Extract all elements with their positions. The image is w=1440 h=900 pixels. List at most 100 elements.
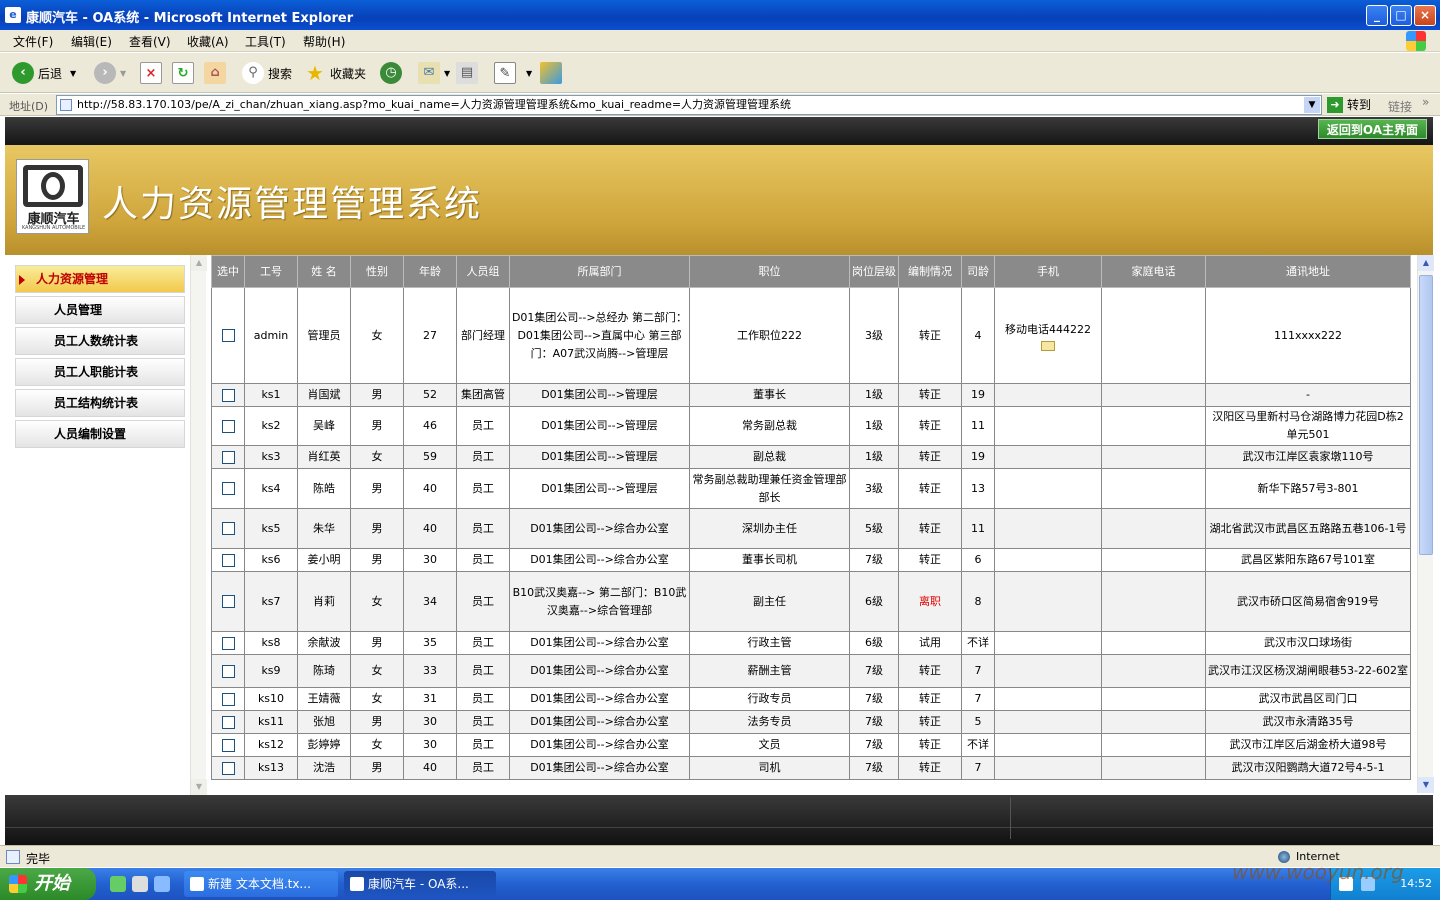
cell-select [211,631,245,655]
cell-id: ks13 [244,756,298,780]
row-checkbox[interactable] [221,388,235,402]
return-to-oa-button[interactable]: 返回到OA主界面 [1317,119,1427,139]
scroll-thumb[interactable] [1419,275,1433,555]
sidebar-item-hr-management[interactable]: 人力资源管理 [15,265,185,293]
row-checkbox[interactable] [221,738,235,752]
row-checkbox[interactable] [221,692,235,706]
refresh-button[interactable]: ↻ [172,61,198,85]
back-button[interactable]: ‹ 后退 ▼ [12,61,76,85]
menu-favorites[interactable]: 收藏(A) [187,33,229,50]
row-checkbox[interactable] [221,482,235,495]
cell-group-text: 员工 [472,636,494,649]
cell-group: 员工 [456,468,510,509]
cell-select [211,383,245,407]
cell-age: 40 [403,508,457,549]
scroll-up-icon[interactable]: ▲ [191,255,207,271]
menu-view[interactable]: 查看(V) [129,33,171,50]
menu-tools[interactable]: 工具(T) [245,33,286,50]
address-input[interactable]: http://58.83.170.103/pe/A_zi_chan/zhuan_… [56,95,1322,115]
scroll-down-icon[interactable]: ▼ [1418,777,1434,793]
cell-dept-text: D01集团公司-->综合办公室 [530,692,669,705]
media-icon[interactable] [132,876,148,892]
sidebar-item-personnel[interactable]: 人员管理 [15,296,185,324]
history-icon: ◷ [380,62,402,84]
task-notepad[interactable]: 新建 文本文档.tx... [184,871,338,897]
cell-group-text: 员工 [472,481,494,495]
cell-id-text: ks13 [257,761,285,774]
table-scrollbar[interactable]: ▲ ▼ [1417,255,1434,793]
menu-help[interactable]: 帮助(H) [303,33,345,50]
ie-quicklaunch-icon[interactable] [154,876,170,892]
chevron-down-icon[interactable]: ▼ [1304,97,1320,113]
row-checkbox[interactable] [221,761,235,775]
row-checkbox[interactable] [221,715,235,729]
start-button[interactable]: 开始 [0,868,96,900]
history-button[interactable]: ◷ [380,61,406,85]
chevron-right-icon[interactable]: » [1422,95,1429,109]
cell-level-text: 7级 [865,664,883,677]
sidebar-item-function-stats[interactable]: 员工人职能计表 [15,358,185,386]
sms-icon[interactable] [1041,340,1055,351]
cell-mobile [994,508,1102,549]
scroll-down-icon[interactable]: ▼ [191,779,207,795]
cell-group-text: 集团高管 [461,388,505,401]
col-header-home-phone: 家庭电话 [1101,255,1206,288]
task-ie-oa[interactable]: 康顺汽车 - OA系... [344,871,496,897]
cell-address: 武汉市江岸区后湖金桥大道98号 [1205,733,1411,757]
row-checkbox[interactable] [221,664,235,678]
close-button[interactable]: × [1414,5,1436,26]
sidebar-item-staffing-settings[interactable]: 人员编制设置 [15,420,185,448]
cell-name: 余献波 [297,631,351,655]
cell-dept-text: D01集团公司-->管理层 [541,388,658,401]
row-checkbox[interactable] [221,595,235,608]
messenger-button[interactable] [540,61,566,85]
sidebar-item-headcount-stats[interactable]: 员工人数统计表 [15,327,185,355]
sidebar-item-structure-stats[interactable]: 员工结构统计表 [15,389,185,417]
sidebar-scrollbar[interactable]: ▲ ▼ [190,255,207,795]
cell-dept: D01集团公司-->综合办公室 [509,631,690,655]
row-checkbox[interactable] [221,329,235,342]
desktop-icon[interactable] [110,876,126,892]
go-button[interactable]: ➜ 转到 [1327,96,1371,113]
cell-name: 陈琦 [297,654,351,688]
cell-tenure: 19 [961,383,995,407]
row-checkbox[interactable] [221,522,235,535]
cell-position: 副总裁 [689,445,850,469]
row-checkbox[interactable] [221,450,235,464]
cell-dept-text: D01集团公司-->综合办公室 [530,715,669,728]
cell-position: 行政专员 [689,687,850,711]
mail-button[interactable]: ✉ ▼ [418,61,450,85]
cell-address-text: 湖北省武汉市武昌区五路路五巷106-1号 [1209,521,1407,535]
menu-bar: 文件(F) 编辑(E) 查看(V) 收藏(A) 工具(T) 帮助(H) [0,30,1440,52]
cell-select [211,710,245,734]
cell-address: 武汉市汉阳鹦鹉大道72号4-5-1 [1205,756,1411,780]
address-bar: 地址(D) http://58.83.170.103/pe/A_zi_chan/… [0,94,1440,116]
row-checkbox[interactable] [221,553,235,567]
cell-gender-text: 男 [371,553,383,566]
system-title: 人力资源管理管理系统 [102,184,483,225]
scroll-up-icon[interactable]: ▲ [1418,255,1434,271]
cell-level-text: 5级 [865,521,883,535]
maximize-button[interactable]: □ [1390,5,1412,26]
print-button[interactable]: ▤ [456,61,482,85]
cell-mobile [994,733,1102,757]
menu-edit[interactable]: 编辑(E) [71,33,112,50]
cell-tenure-text: 8 [974,594,982,608]
minimize-button[interactable]: _ [1366,5,1388,26]
cell-age: 30 [403,548,457,572]
stop-button[interactable]: × [140,61,166,85]
address-label: 地址(D) [9,100,49,113]
edit-button[interactable]: ✎ ▼ [494,61,532,85]
cell-name: 肖莉 [297,571,351,632]
search-button[interactable]: ⚲ 搜索 [242,61,292,85]
forward-button[interactable]: › ▼ [94,61,126,85]
row-checkbox[interactable] [221,636,235,650]
edit-icon: ✎ [494,62,516,84]
links-button[interactable]: 链接 [1388,98,1412,115]
menu-file[interactable]: 文件(F) [13,33,53,50]
cell-id-text: ks5 [261,521,281,535]
row-checkbox[interactable] [221,419,235,433]
cell-id: ks9 [244,654,298,688]
favorites-button[interactable]: ★ 收藏夹 [304,61,366,85]
home-button[interactable]: ⌂ [204,61,230,85]
